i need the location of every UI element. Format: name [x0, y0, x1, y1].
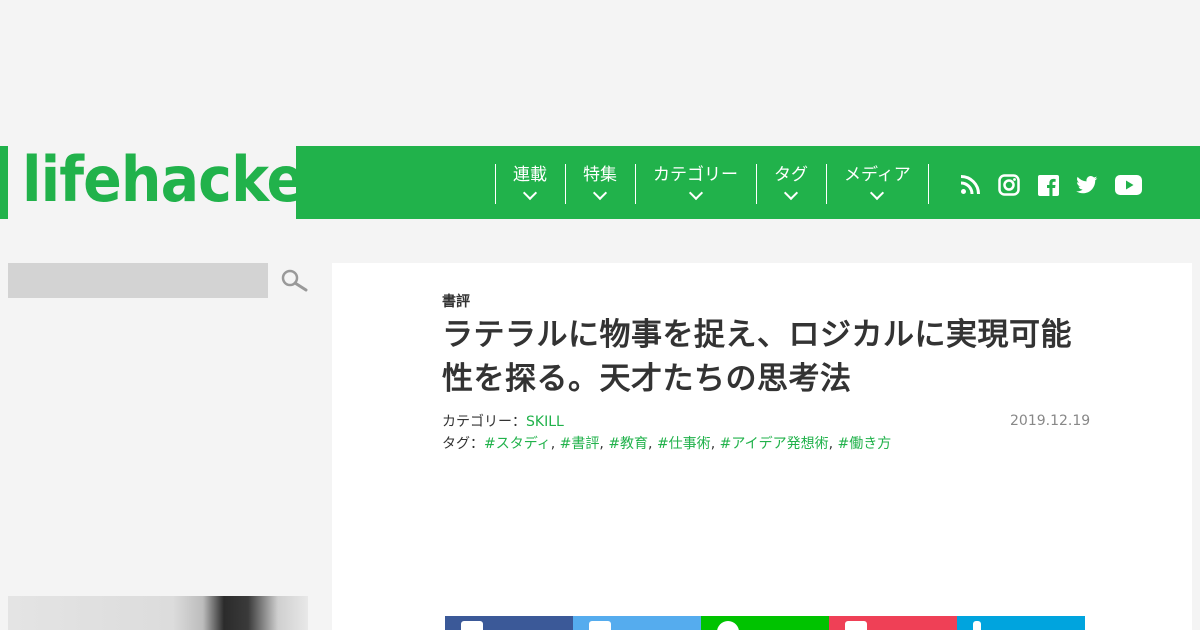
site-logo[interactable]: lifehacker [22, 148, 332, 212]
search-input[interactable] [8, 263, 268, 298]
twitter-icon [589, 621, 611, 630]
facebook-icon[interactable] [1037, 172, 1059, 198]
chevron-down-icon [688, 185, 703, 201]
tags-prefix: タグ： [442, 436, 484, 452]
nav-label: 連載 [513, 165, 547, 185]
rss-icon[interactable] [959, 172, 981, 198]
youtube-icon[interactable] [1114, 172, 1142, 198]
pocket-icon [845, 621, 867, 630]
pocket-share-button[interactable] [829, 616, 957, 630]
facebook-share-button[interactable] [445, 616, 573, 630]
search-icon[interactable] [280, 268, 308, 298]
logo-accent-bar [0, 146, 8, 219]
article-category-row: カテゴリー：SKILL [442, 411, 564, 431]
nav-label: タグ [774, 165, 808, 185]
article-tags-row: タグ：#スタディ, #書評, #教育, #仕事術, #アイデア発想術, #働き方 [442, 436, 892, 452]
chevron-down-icon [783, 185, 799, 201]
chevron-down-icon [522, 185, 538, 201]
nav-label: メディア [844, 165, 911, 185]
chevron-down-icon [870, 185, 885, 201]
sidebar-photo[interactable] [8, 596, 308, 630]
line-share-button[interactable] [701, 616, 829, 630]
nav-label: カテゴリー [653, 165, 738, 185]
category-prefix: カテゴリー： [442, 414, 526, 430]
tag-link[interactable]: #仕事術 [657, 436, 711, 452]
twitter-icon[interactable] [1075, 172, 1099, 198]
nav-label: 特集 [583, 165, 617, 185]
hatena-share-button[interactable] [957, 616, 1085, 630]
tag-link[interactable]: #書評 [560, 436, 600, 452]
nav-item-series[interactable]: 連載 [495, 164, 565, 204]
nav-item-features[interactable]: 特集 [565, 164, 635, 204]
article-title: ラテラルに物事を捉え、ロジカルに実現可能性を探る。天才たちの思考法 [442, 317, 1072, 397]
instagram-icon[interactable] [997, 172, 1021, 198]
article-category-label[interactable]: 書評 [442, 291, 470, 311]
line-icon [717, 621, 739, 630]
tag-link[interactable]: #働き方 [838, 436, 892, 452]
nav-item-category[interactable]: カテゴリー [635, 164, 756, 204]
nav-item-tags[interactable]: タグ [756, 164, 826, 204]
logo-area[interactable]: lifehacker [0, 146, 332, 219]
article-date: 2019.12.19 [1010, 413, 1091, 429]
twitter-share-button[interactable] [573, 616, 701, 630]
nav-item-media[interactable]: メディア [826, 164, 929, 204]
article-card: 書評 ラテラルに物事を捉え、ロジカルに実現可能性を探る。天才たちの思考法 カテゴ… [332, 263, 1192, 630]
share-buttons [445, 616, 1085, 630]
tag-link[interactable]: #スタディ [484, 436, 551, 452]
tag-link[interactable]: #教育 [608, 436, 648, 452]
tag-link[interactable]: #アイデア発想術 [720, 436, 829, 452]
facebook-icon [461, 621, 483, 630]
chevron-down-icon [592, 185, 608, 201]
category-link[interactable]: SKILL [526, 414, 564, 430]
hatena-icon [973, 621, 981, 630]
main-nav: 連載 特集 カテゴリー タグ メディア [495, 164, 929, 204]
